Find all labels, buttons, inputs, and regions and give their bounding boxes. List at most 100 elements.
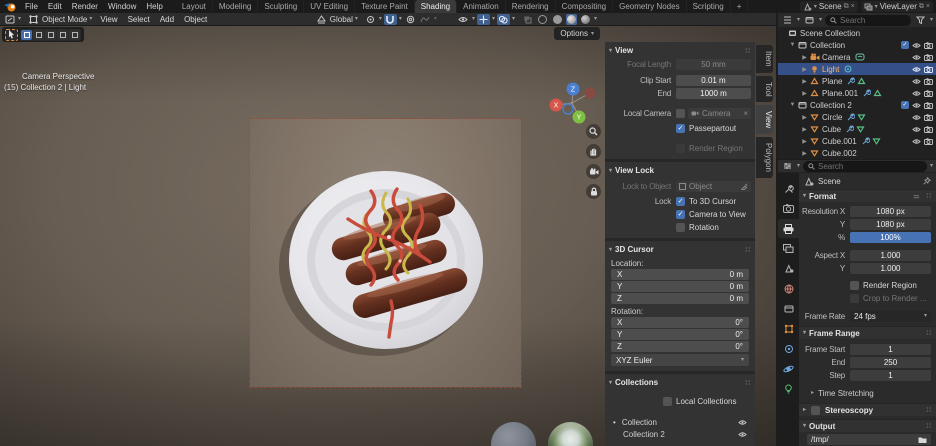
navigation-gizmo[interactable]: Z X Y xyxy=(546,81,598,127)
menu-window[interactable]: Window xyxy=(103,0,141,13)
resolution-x-field[interactable]: 1080 px xyxy=(850,205,931,217)
aspect-x-field[interactable]: 1.000 xyxy=(850,249,931,261)
collection-enable-checkbox[interactable]: ✓ xyxy=(901,101,909,109)
frame-rate-dropdown[interactable]: 24 fps ▾ xyxy=(850,310,931,322)
shading-wireframe-icon[interactable] xyxy=(536,14,549,25)
workspace-tab-sculpting[interactable]: Sculpting xyxy=(258,0,305,13)
panel-collections-header[interactable]: ▾ Collections ∷ xyxy=(609,376,751,389)
preset-icon[interactable]: ⚌ xyxy=(913,192,920,200)
disable-render-camera-icon[interactable] xyxy=(924,77,933,85)
tab-tool[interactable]: Tool xyxy=(756,75,773,103)
outliner-filter-collection-icon[interactable] xyxy=(803,15,816,26)
format-panel-header[interactable]: ▾ Format ⚌ ∷ xyxy=(799,189,936,202)
hide-eye-icon[interactable] xyxy=(912,138,921,145)
properties-search-input[interactable] xyxy=(818,161,922,171)
disable-render-camera-icon[interactable] xyxy=(924,65,933,73)
show-overlays-icon[interactable] xyxy=(496,13,510,25)
outliner-row-scene-collection[interactable]: Scene Collection xyxy=(778,27,936,39)
select-mode-intersect-button[interactable] xyxy=(69,29,80,40)
collection-enable-checkbox[interactable]: ✓ xyxy=(901,41,909,49)
pan-hand-button[interactable] xyxy=(586,144,601,159)
outliner-row-camera[interactable]: ▶ Camera xyxy=(778,51,936,63)
menu-edit[interactable]: Edit xyxy=(43,0,67,13)
hide-eye-icon[interactable] xyxy=(912,42,921,49)
tab-world-properties[interactable] xyxy=(778,279,799,298)
outliner-row-collection[interactable]: ▼ Collection ✓ xyxy=(778,39,936,51)
pin-icon[interactable] xyxy=(923,177,931,185)
outliner-display-mode-icon[interactable] xyxy=(781,15,794,26)
tab-tool-properties[interactable] xyxy=(778,179,799,198)
outliner-search-input[interactable] xyxy=(840,15,906,25)
falloff-curve-icon[interactable] xyxy=(419,14,432,25)
clip-start-field[interactable]: 0.01 m xyxy=(676,74,751,86)
menu-select[interactable]: Select xyxy=(123,13,155,26)
disclosure-icon[interactable]: ▼ xyxy=(788,102,797,108)
workspace-tab-rendering[interactable]: Rendering xyxy=(506,0,556,13)
select-mode-subtract-button[interactable] xyxy=(45,29,56,40)
cursor-rotation-x[interactable]: X 0° xyxy=(611,317,749,328)
workspace-tab-scripting[interactable]: Scripting xyxy=(687,0,731,13)
workspace-tab-uv-editing[interactable]: UV Editing xyxy=(304,0,356,13)
menu-add[interactable]: Add xyxy=(155,13,179,26)
workspace-tab-modeling[interactable]: Modeling xyxy=(213,0,259,13)
local-collections-checkbox[interactable] xyxy=(663,396,672,406)
cursor-location-z[interactable]: Z0 m xyxy=(611,293,749,304)
menu-view[interactable]: View xyxy=(95,13,122,26)
cursor-location-y[interactable]: Y0 m xyxy=(611,281,749,292)
aspect-y-field[interactable]: 1.000 xyxy=(850,262,931,274)
mode-selector[interactable]: Object Mode ▾ xyxy=(24,14,95,25)
workspace-tab-shading[interactable]: Shading xyxy=(414,0,458,13)
disable-render-camera-icon[interactable] xyxy=(924,101,933,109)
breadcrumb-scene[interactable]: Scene xyxy=(818,177,841,186)
disable-render-camera-icon[interactable] xyxy=(924,41,933,49)
lock-to-3d-cursor-checkbox[interactable]: ✓ xyxy=(676,196,685,206)
cursor-rotation-z[interactable]: Z 0° xyxy=(611,341,749,352)
outliner-row-cube-001[interactable]: ▶ Cube.001 xyxy=(778,135,936,147)
panel-view-lock-header[interactable]: ▾ View Lock xyxy=(609,164,751,177)
delete-scene-icon[interactable]: × xyxy=(851,3,855,10)
hide-eye-icon[interactable] xyxy=(912,90,921,97)
tab-view-layer-properties[interactable] xyxy=(778,239,799,258)
time-stretching-header[interactable]: ▸ Time Stretching xyxy=(799,387,936,399)
menu-help[interactable]: Help xyxy=(141,0,167,13)
rotation-mode-dropdown[interactable]: XYZ Euler ▾ xyxy=(611,354,749,366)
disable-render-camera-icon[interactable] xyxy=(924,53,933,61)
delete-viewlayer-icon[interactable]: × xyxy=(926,3,930,10)
show-gizmo-icon[interactable] xyxy=(476,13,490,25)
disclosure-icon[interactable]: ▶ xyxy=(800,90,809,97)
panel-view-header[interactable]: ▾ View ∷ xyxy=(609,44,751,57)
outliner-row-plane-001[interactable]: ▶ Plane.001 xyxy=(778,87,936,99)
disable-render-camera-icon[interactable] xyxy=(924,113,933,121)
tab-light-data-properties[interactable] xyxy=(778,379,799,398)
matcap-sphere[interactable] xyxy=(491,422,536,446)
hide-eye-icon[interactable] xyxy=(912,66,921,73)
frame-step-field[interactable]: 1 xyxy=(850,369,931,381)
collection-list-item[interactable]: • Collection xyxy=(609,416,751,428)
disclosure-icon[interactable]: ▶ xyxy=(800,114,809,121)
panel-3d-cursor-header[interactable]: ▾ 3D Cursor ∷ xyxy=(609,243,751,256)
disclosure-icon[interactable]: ▶ xyxy=(800,66,809,73)
hide-eye-icon[interactable] xyxy=(912,102,921,109)
disclosure-icon[interactable]: ▶ xyxy=(800,138,809,145)
transform-orientation[interactable]: Global ▾ xyxy=(312,14,361,25)
passepartout-checkbox[interactable]: ✓ xyxy=(676,123,685,133)
disclosure-icon[interactable]: ▼ xyxy=(788,42,797,48)
proportional-editing-icon[interactable] xyxy=(404,14,417,25)
tab-constraints-properties[interactable] xyxy=(778,339,799,358)
panel-drag-grip-icon[interactable]: ∷ xyxy=(746,47,751,55)
clip-end-field[interactable]: 1000 m xyxy=(676,87,751,99)
outliner-row-light[interactable]: ▶ Light xyxy=(778,63,936,75)
outliner-row-cube[interactable]: ▶ Cube xyxy=(778,123,936,135)
outliner-row-circle[interactable]: ▶ Circle xyxy=(778,111,936,123)
workspace-tab-compositing[interactable]: Compositing xyxy=(556,0,614,13)
tab-output-properties[interactable] xyxy=(778,219,799,238)
disclosure-icon[interactable]: ▶ xyxy=(800,54,809,61)
tab-polygon[interactable]: Polygon xyxy=(756,137,773,179)
select-mode-extend-button[interactable] xyxy=(33,29,44,40)
frame-end-field[interactable]: 250 xyxy=(850,356,931,368)
editor-type-icon[interactable] xyxy=(3,14,16,25)
output-path-field[interactable]: /tmp/ xyxy=(807,434,931,445)
menu-file[interactable]: File xyxy=(20,0,43,13)
panel-drag-grip-icon[interactable]: ∷ xyxy=(927,192,932,200)
collection-list-item[interactable]: Collection 2 xyxy=(609,428,751,440)
